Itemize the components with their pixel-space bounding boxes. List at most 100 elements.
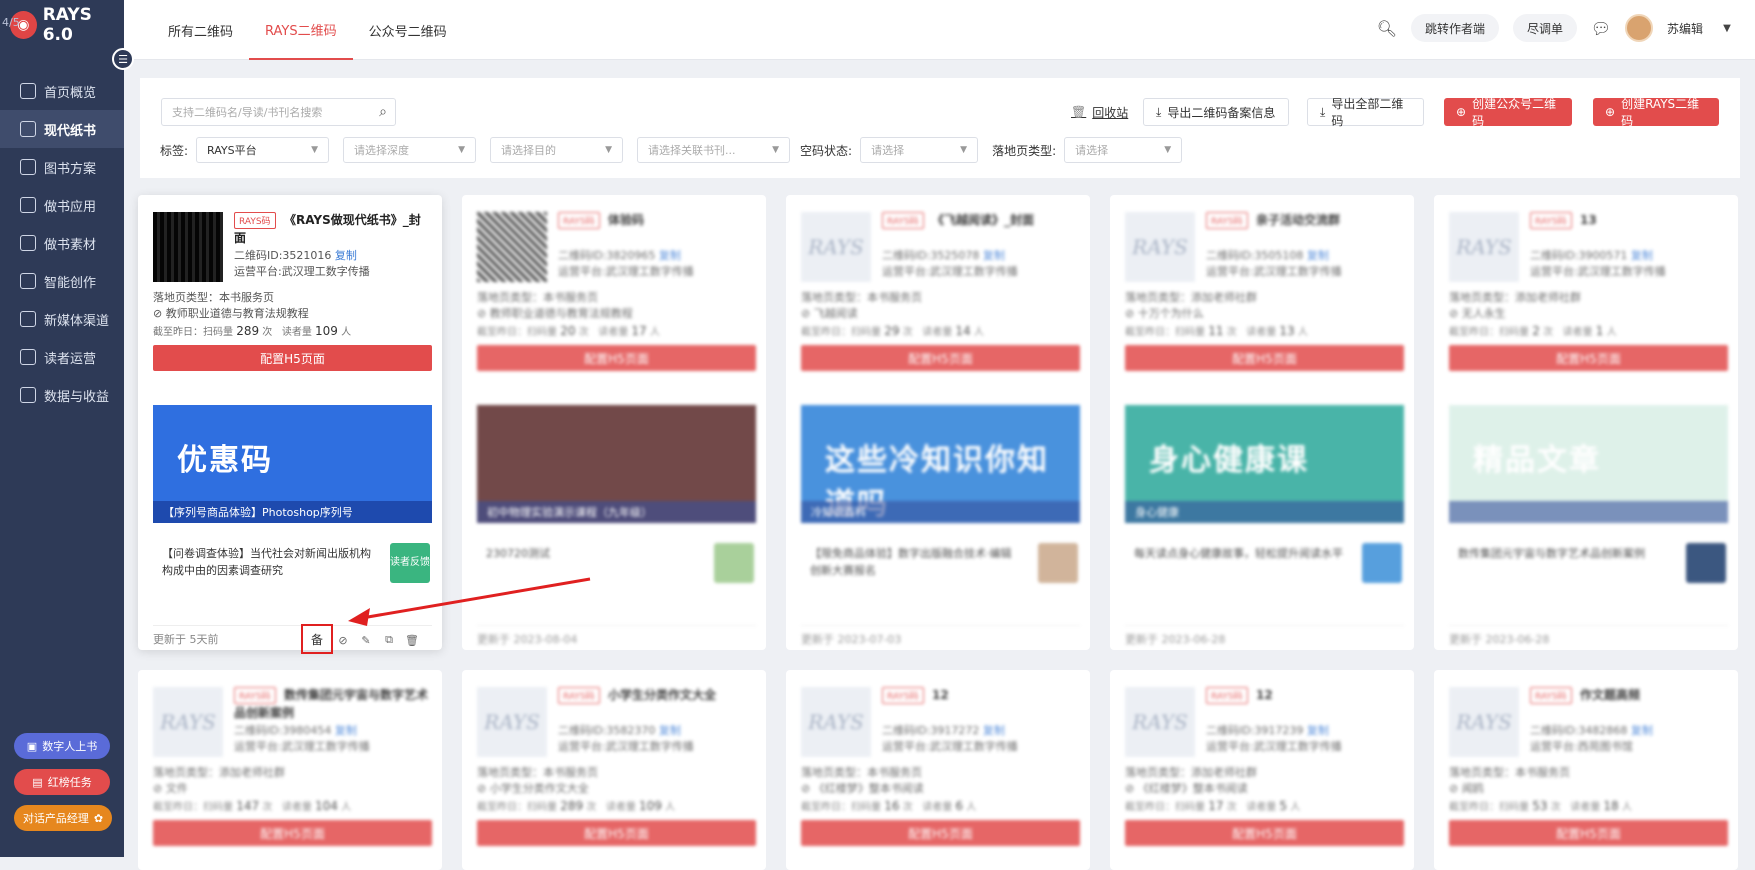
sidebar-item-materials[interactable]: 做书素材 <box>0 224 124 262</box>
rays-placeholder-image[interactable]: RAYS <box>477 687 547 757</box>
card-thumbnail[interactable] <box>1362 543 1402 583</box>
configure-h5-button[interactable]: 配置H5页面 <box>477 820 756 846</box>
card-description[interactable]: 【问卷调查体验】当代社会对新闻出版机构构成中由的因素调查研究 <box>162 545 372 579</box>
rays-placeholder-image[interactable]: RAYS <box>801 687 871 757</box>
search-icon[interactable]: ⌕ <box>379 104 387 120</box>
configure-h5-button[interactable]: 配置H5页面 <box>153 820 432 846</box>
configure-h5-button[interactable]: 配置H5页面 <box>1125 820 1404 846</box>
card-thumbnail[interactable] <box>714 543 754 583</box>
card-thumbnail[interactable] <box>1686 543 1726 583</box>
card-title[interactable]: 数传集团元宇宙与数字艺术品创新案例 <box>234 686 429 722</box>
configure-h5-button[interactable]: 配置H5页面 <box>1449 820 1728 846</box>
copy-link[interactable]: 复制 <box>659 249 681 262</box>
tag-select[interactable]: RAYS平台 ▼ <box>196 137 330 163</box>
avatar[interactable] <box>1624 14 1653 42</box>
rays-placeholder-image[interactable]: RAYS <box>1125 687 1195 757</box>
rays-placeholder-image[interactable]: RAYS <box>1449 687 1519 757</box>
rays-placeholder-image[interactable]: RAYS <box>1449 212 1519 282</box>
card-thumbnail[interactable]: 读者反馈 <box>390 543 430 583</box>
rays-placeholder-image[interactable]: RAYS <box>801 212 871 282</box>
qrcode-card[interactable]: RAYS RAYS码 12 二维码ID:3917272 复制 运营平台:武汉理工数字传播… <box>786 670 1090 870</box>
card-banner-image[interactable]: 精品文章 <box>1449 405 1728 523</box>
sidebar-item-data[interactable]: 数据与收益 <box>0 376 124 414</box>
export-all-button[interactable]: ⤓ 导出全部二维码 <box>1307 97 1424 128</box>
edit-icon[interactable]: ✎ <box>358 632 374 648</box>
create-rays-qrcode-button[interactable]: ⊕ 创建RAYS二维码 <box>1593 97 1719 128</box>
qrcode-card[interactable]: RAYS RAYS码 亲子活动交流群 二维码ID:3505108 复制 运营平台:武汉理… <box>1110 195 1414 650</box>
card-title[interactable]: 13 <box>1530 211 1725 229</box>
search-input[interactable]: 支持二维码名/导读/书刊名搜索 ⌕ <box>161 98 396 126</box>
disable-icon[interactable]: ⊘ <box>335 632 351 648</box>
chevron-down-icon[interactable]: ▼ <box>1717 18 1737 38</box>
card-description[interactable]: 【限免商品体验】数字出版融合技术·编辑创新大赛报名 <box>810 545 1020 579</box>
tab-all-qrcodes[interactable]: 所有二维码 <box>152 0 249 60</box>
card-title[interactable]: 《RAYS做现代纸书》_封面 <box>234 211 429 247</box>
card-banner-image[interactable]: 初中物理实验演示课程（九年级） <box>477 405 756 523</box>
copy-link[interactable]: 复制 <box>335 249 357 262</box>
copy-link[interactable]: 复制 <box>1307 249 1329 262</box>
qrcode-card[interactable]: RAYS RAYS码 作文题高频 二维码ID:3482868 复制 运营平台:西苑图书馆… <box>1434 670 1738 870</box>
configure-h5-button[interactable]: 配置H5页面 <box>477 345 756 371</box>
configure-h5-button[interactable]: 配置H5页面 <box>801 345 1080 371</box>
export-record-button[interactable]: ⤓ 导出二维码备案信息 <box>1143 98 1289 126</box>
record-filing-icon[interactable]: 备 <box>301 624 333 654</box>
user-name[interactable]: 苏编辑 <box>1667 20 1703 37</box>
qrcode-card[interactable]: RAYS RAYS码 12 二维码ID:3917239 复制 运营平台:武汉理工数字传播… <box>1110 670 1414 870</box>
copy-link[interactable]: 复制 <box>335 724 357 737</box>
empty-status-select[interactable]: 请选择 ▼ <box>860 137 979 163</box>
copy-link[interactable]: 复制 <box>1631 249 1653 262</box>
sidebar-collapse-toggle[interactable]: ☰ <box>112 48 134 70</box>
digital-human-button[interactable]: ▣ 数字人上书 <box>14 733 110 759</box>
purpose-select[interactable]: 请选择目的 ▼ <box>490 137 624 163</box>
copy-link[interactable]: 复制 <box>1631 724 1653 737</box>
sidebar-item-reader-ops[interactable]: 读者运营 <box>0 338 124 376</box>
configure-h5-button[interactable]: 配置H5页面 <box>801 820 1080 846</box>
configure-h5-button[interactable]: 配置H5页面 <box>1449 345 1728 371</box>
copy-link[interactable]: 复制 <box>983 724 1005 737</box>
qrcode-card[interactable]: RAYS RAYS码 《飞越阅读》_封面 二维码ID:3525078 复制 运营平台:武… <box>786 195 1090 650</box>
due-diligence-button[interactable]: 尽调单 <box>1512 14 1577 42</box>
card-title[interactable]: 12 <box>1206 686 1401 704</box>
rays-placeholder-image[interactable]: RAYS <box>1125 212 1195 282</box>
qrcode-image[interactable] <box>153 212 223 282</box>
tab-rays-qrcodes[interactable]: RAYS二维码 <box>249 0 353 60</box>
card-title[interactable]: 小学生分类作文大全 <box>558 686 753 704</box>
card-title[interactable]: 12 <box>882 686 1077 704</box>
search-icon[interactable]: 🔍︎ <box>1377 18 1397 38</box>
card-banner-image[interactable]: 这些冷知识你知道吗冷知识百科 <box>801 405 1080 523</box>
sidebar-item-apps[interactable]: 做书应用 <box>0 186 124 224</box>
book-select[interactable]: 请选择关联书刊... ▼ <box>637 137 791 163</box>
brand[interactable]: 4/5 ◉ RAYS 6.0 <box>0 0 124 50</box>
copy-link[interactable]: 复制 <box>659 724 681 737</box>
qrcode-card[interactable]: RAYS码 《RAYS做现代纸书》_封面 二维码ID:3521016 复制 运营平台:… <box>138 195 442 654</box>
depth-select[interactable]: 请选择深度 ▼ <box>343 137 477 163</box>
sidebar-item-book-plan[interactable]: 图书方案 <box>0 148 124 186</box>
card-description[interactable]: 每天读点身心健康故事，轻松提升阅读水平 <box>1134 545 1344 562</box>
card-title[interactable]: 体验码 <box>558 211 753 229</box>
tab-official-account-qrcodes[interactable]: 公众号二维码 <box>353 0 463 60</box>
rays-placeholder-image[interactable]: RAYS <box>153 687 223 757</box>
chat-bubble-icon[interactable]: 💬︎ <box>1591 18 1611 38</box>
red-list-task-button[interactable]: ▤ 红榜任务 <box>14 769 110 795</box>
card-banner-image[interactable]: 身心健康课 身心健康 <box>1125 405 1404 523</box>
copy-link[interactable]: 复制 <box>983 249 1005 262</box>
recycle-bin-link[interactable]: 🗑︎ 回收站 <box>1071 98 1128 126</box>
sidebar-item-ai-create[interactable]: 智能创作 <box>0 262 124 300</box>
chat-product-manager-button[interactable]: 对话产品经理 ✿ <box>14 805 112 831</box>
qrcode-card[interactable]: RAYS码 体验码 二维码ID:3820965 复制 运营平台:武汉理工数字传播 落地页… <box>462 195 766 650</box>
sidebar-item-home[interactable]: 首页概览 <box>0 72 124 110</box>
card-title[interactable]: 亲子活动交流群 <box>1206 211 1401 229</box>
qrcode-image[interactable] <box>477 212 547 282</box>
card-title[interactable]: 作文题高频 <box>1530 686 1725 704</box>
card-description[interactable]: 230720测试 <box>486 545 696 562</box>
qrcode-card[interactable]: RAYS RAYS码 小学生分类作文大全 二维码ID:3582370 复制 运营平台:武… <box>462 670 766 870</box>
create-official-qrcode-button[interactable]: ⊕ 创建公众号二维码 <box>1444 97 1572 128</box>
sidebar-item-new-media[interactable]: 新媒体渠道 <box>0 300 124 338</box>
sidebar-item-modern-book[interactable]: 现代纸书 <box>0 110 124 148</box>
qrcode-card[interactable]: RAYS RAYS码 数传集团元宇宙与数字艺术品创新案例 二维码ID:3980454 … <box>138 670 442 870</box>
card-banner-image[interactable]: 优惠码 【序列号商品体验】Photoshop序列号 <box>153 405 432 523</box>
configure-h5-button[interactable]: 配置H5页面 <box>1125 345 1404 371</box>
card-description[interactable]: 数传集团元宇宙与数字艺术品创新案例 <box>1458 545 1668 562</box>
duplicate-icon[interactable]: ⧉ <box>381 632 397 648</box>
qrcode-card[interactable]: RAYS RAYS码 13 二维码ID:3900571 复制 运营平台:武汉理工数字传播… <box>1434 195 1738 650</box>
